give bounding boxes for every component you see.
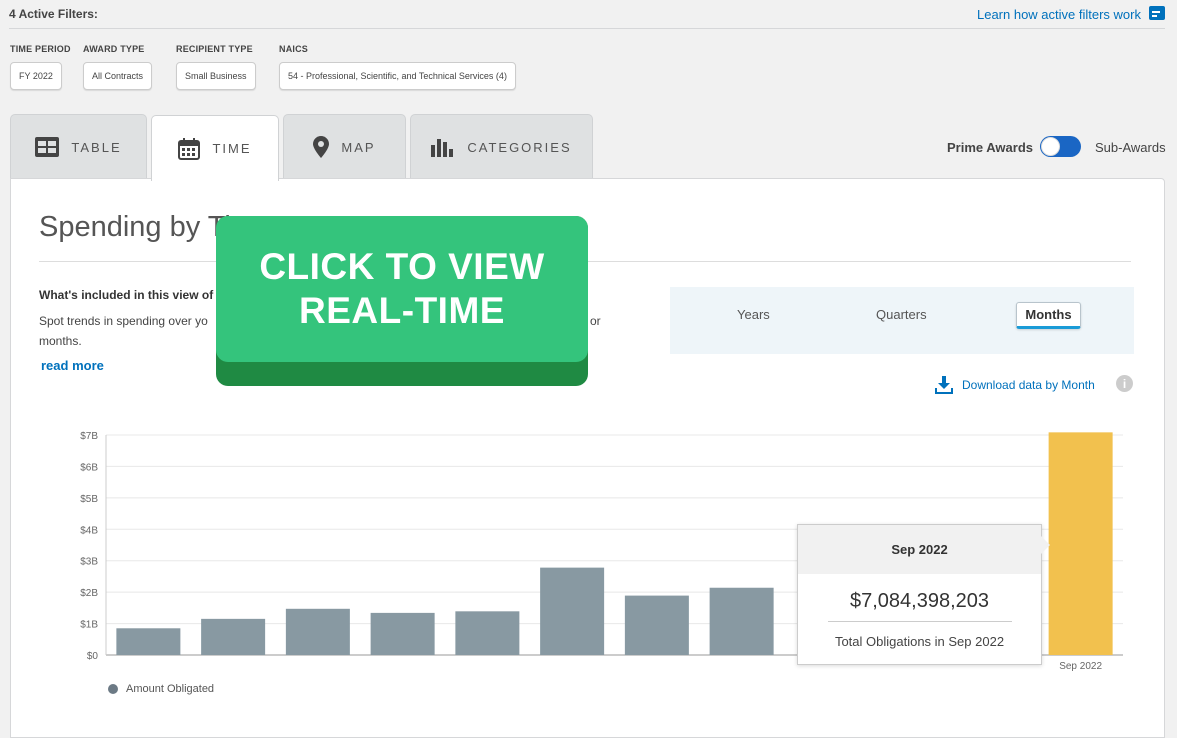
y-tick-label: $7B	[80, 431, 98, 442]
filter-chip-naics[interactable]: 54 - Professional, Scientific, and Techn…	[279, 62, 516, 90]
included-heading: What's included in this view of	[39, 288, 214, 302]
cta-line-1: CLICK TO VIEW	[259, 246, 545, 287]
description-or: or	[590, 314, 601, 328]
bar	[709, 587, 774, 655]
filter-chip-award-type[interactable]: All Contracts	[83, 62, 153, 90]
tab-time[interactable]: TIME	[151, 115, 279, 181]
tooltip-title: Sep 2022	[798, 525, 1041, 574]
y-tick-label: $0	[87, 651, 99, 662]
bar	[201, 618, 266, 655]
filter-chip-recipient-type[interactable]: Small Business	[176, 62, 256, 90]
tooltip-value: $7,084,398,203	[849, 590, 990, 612]
tooltip-caption: Total Obligations in Sep 2022	[834, 634, 1005, 649]
x-tick-label: Sep 2022	[1059, 661, 1102, 672]
tab-map-label: MAP	[341, 139, 376, 155]
tooltip-divider	[828, 621, 1012, 622]
sub-awards-label: Sub-Awards	[1095, 140, 1166, 155]
info-icon[interactable]: i	[1116, 375, 1133, 392]
calendar-icon	[178, 137, 201, 160]
tab-categories-label: CATEGORIES	[467, 139, 572, 155]
y-tick-label: $3B	[80, 557, 98, 568]
filter-label-award-type: AWARD TYPE	[83, 44, 145, 54]
filter-label-recipient-type: RECIPIENT TYPE	[176, 44, 253, 54]
filter-label-time-period: TIME PERIOD	[10, 44, 71, 54]
bar	[370, 612, 435, 655]
y-tick-label: $5B	[80, 494, 98, 505]
cta-line-2: REAL-TIME	[299, 290, 505, 331]
bar	[540, 567, 605, 655]
active-filters-title: 4 Active Filters:	[9, 7, 98, 21]
bar-chart-icon	[431, 139, 454, 157]
download-data-link[interactable]: Download data by Month	[962, 378, 1095, 392]
toggle-knob[interactable]	[1041, 137, 1060, 156]
prime-awards-label: Prime Awards	[947, 140, 1033, 155]
description-line-1: Spot trends in spending over yo	[39, 314, 208, 328]
y-tick-label: $4B	[80, 525, 98, 536]
tab-time-label: TIME	[212, 141, 252, 156]
bar	[455, 611, 520, 655]
period-months-button[interactable]: Months	[1016, 302, 1081, 329]
y-tick-label: $2B	[80, 588, 98, 599]
bar	[116, 628, 181, 655]
description-line-2: months.	[39, 334, 82, 348]
view-real-time-button[interactable]: CLICK TO VIEW REAL-TIME	[216, 216, 588, 386]
learn-filters-link[interactable]: Learn how active filters work	[977, 7, 1141, 22]
bar	[285, 608, 350, 655]
legend-label: Amount Obligated	[126, 683, 215, 695]
legend-swatch	[108, 684, 118, 694]
window-icon[interactable]	[1149, 6, 1165, 20]
tab-map[interactable]: MAP	[283, 114, 406, 179]
period-quarters-button[interactable]: Quarters	[876, 307, 927, 322]
download-icon[interactable]	[935, 376, 953, 394]
chart-tooltip: Sep 2022 $7,084,398,203 Total Obligation…	[797, 524, 1042, 665]
page-title: Spending by Ti	[39, 211, 231, 243]
y-tick-label: $6B	[80, 462, 98, 473]
cta-face[interactable]: CLICK TO VIEW REAL-TIME	[216, 216, 588, 362]
tab-table[interactable]: TABLE	[10, 114, 147, 179]
filter-chip-time-period[interactable]: FY 2022	[10, 62, 62, 90]
tooltip-arrow	[1041, 536, 1050, 554]
read-more-link[interactable]: read more	[41, 358, 104, 373]
tab-categories[interactable]: CATEGORIES	[410, 114, 593, 179]
filter-label-naics: NAICS	[279, 44, 309, 54]
period-years-button[interactable]: Years	[737, 307, 770, 322]
map-pin-icon	[313, 136, 330, 158]
bar	[1048, 432, 1113, 655]
bar	[624, 595, 689, 655]
tab-table-label: TABLE	[71, 139, 122, 155]
table-icon	[35, 137, 60, 157]
filters-divider	[9, 28, 1165, 29]
y-tick-label: $1B	[80, 620, 98, 631]
